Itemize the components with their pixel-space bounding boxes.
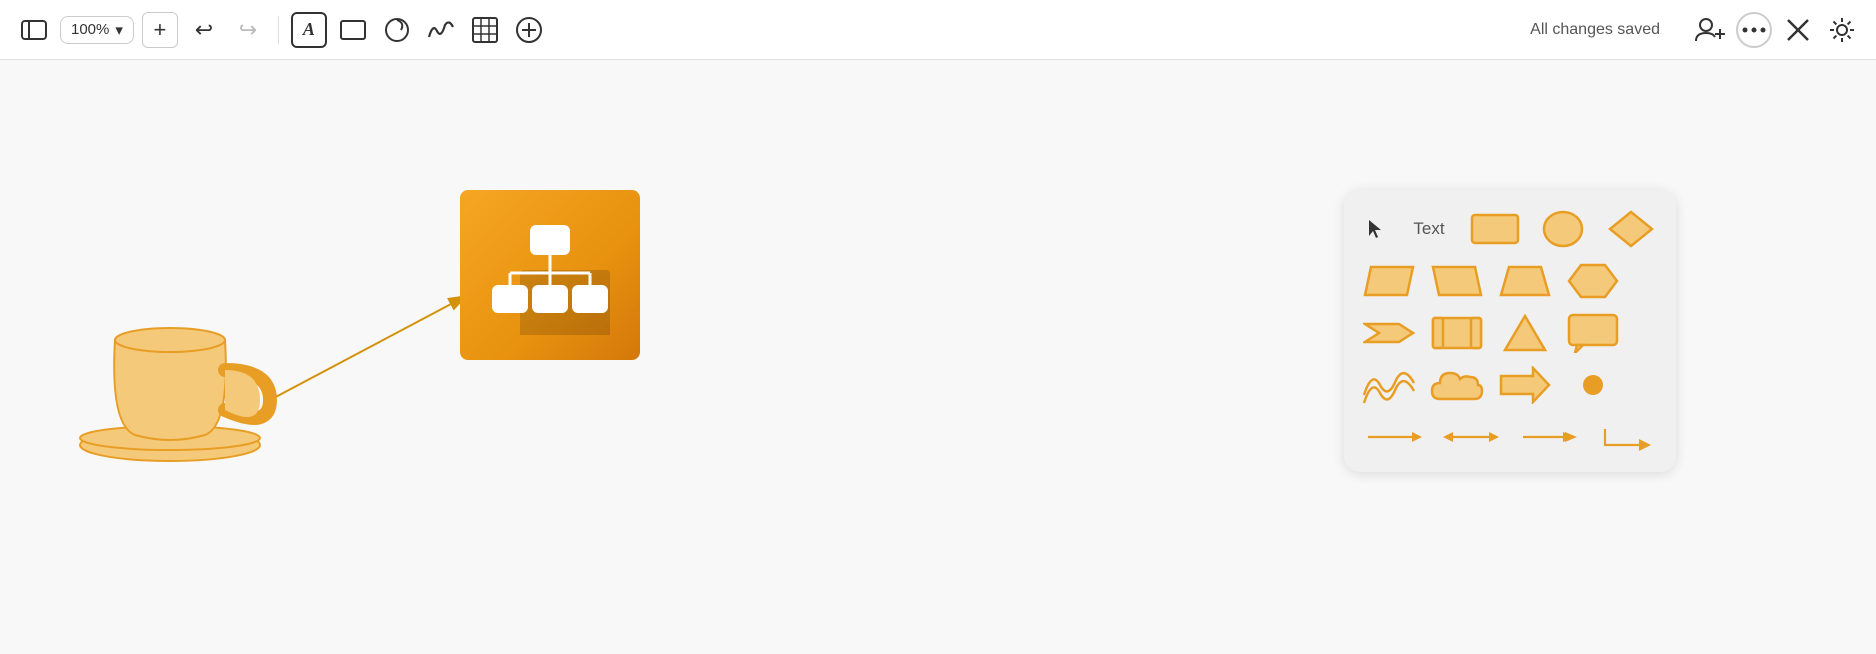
- text-tool-icon: A: [303, 19, 315, 40]
- shape-row-2: [1362, 262, 1658, 300]
- add-page-button[interactable]: +: [142, 12, 178, 48]
- shape-tool-icon: [383, 17, 411, 43]
- double-line-item[interactable]: [1517, 422, 1581, 452]
- network-diagram-icon[interactable]: [460, 190, 640, 360]
- text-tool-button[interactable]: A: [291, 12, 327, 48]
- coffee-cup-svg: [60, 260, 280, 470]
- rect-shape-item[interactable]: [1468, 210, 1522, 248]
- zoom-chevron-icon: ▾: [115, 21, 123, 39]
- pen-tool-button[interactable]: [423, 12, 459, 48]
- dot-icon: [1581, 373, 1605, 397]
- cursor-tool[interactable]: [1362, 210, 1390, 248]
- shape-row-5: [1362, 422, 1658, 452]
- parallelogram-right-icon: [1431, 265, 1483, 297]
- text-shape-item[interactable]: Text: [1404, 210, 1454, 248]
- sidebar-toggle-button[interactable]: [16, 12, 52, 48]
- triangle-icon: [1503, 314, 1547, 352]
- wave-icon: [1362, 365, 1416, 405]
- redo-icon: ↪: [239, 17, 257, 43]
- shape-tool-button[interactable]: [379, 12, 415, 48]
- callout-item[interactable]: [1566, 314, 1620, 352]
- text-shape-label: Text: [1413, 219, 1444, 239]
- network-diagram-svg: [490, 215, 610, 335]
- wave-item[interactable]: [1362, 366, 1416, 404]
- film-item[interactable]: [1430, 314, 1484, 352]
- arrow-block-item[interactable]: [1498, 366, 1552, 404]
- rect-shape-icon: [1470, 213, 1520, 245]
- undo-icon: ↩: [195, 17, 213, 43]
- pen-tool-icon: [427, 17, 455, 43]
- circle-shape-item[interactable]: [1536, 210, 1590, 248]
- redo-button[interactable]: ↪: [230, 12, 266, 48]
- add-user-icon: [1694, 17, 1726, 43]
- sidebar-toggle-icon: [21, 20, 47, 40]
- hexagon-item[interactable]: [1566, 262, 1620, 300]
- line-arrow-icon: [1364, 427, 1424, 447]
- hexagon-icon: [1567, 263, 1619, 299]
- edit-mode-button[interactable]: [1780, 12, 1816, 48]
- parallelogram-left-icon: [1363, 265, 1415, 297]
- trapezoid-icon: [1499, 265, 1551, 297]
- divider-1: [278, 16, 279, 44]
- shape-row-1: Text: [1362, 210, 1658, 248]
- theme-button[interactable]: [1824, 12, 1860, 48]
- arrow-block-icon: [1499, 366, 1551, 404]
- diamond-shape-item[interactable]: [1604, 210, 1658, 248]
- elbow-line-icon: [1601, 423, 1651, 451]
- undo-button[interactable]: ↩: [186, 12, 222, 48]
- rectangle-tool-icon: [339, 19, 367, 41]
- cursor-icon: [1367, 218, 1385, 240]
- canvas[interactable]: Text: [0, 60, 1876, 654]
- rectangle-tool-button[interactable]: [335, 12, 371, 48]
- diamond-shape-icon: [1608, 210, 1654, 248]
- insert-tool-button[interactable]: [511, 12, 547, 48]
- insert-tool-icon: [515, 16, 543, 44]
- film-icon: [1431, 316, 1483, 350]
- dot-item[interactable]: [1566, 366, 1620, 404]
- elbow-line-item[interactable]: [1595, 422, 1659, 452]
- add-user-button[interactable]: [1692, 12, 1728, 48]
- bidirectional-line-icon: [1441, 427, 1501, 447]
- arrow-chevron-icon: [1363, 316, 1415, 350]
- zoom-value: 100%: [71, 21, 109, 38]
- trapezoid-item[interactable]: [1498, 262, 1552, 300]
- toolbar: 100% ▾ + ↩ ↪ A: [0, 0, 1876, 60]
- arrow-chevron-item[interactable]: [1362, 314, 1416, 352]
- more-icon: [1741, 25, 1767, 35]
- shape-row-3: [1362, 314, 1658, 352]
- parallelogram-left-item[interactable]: [1362, 262, 1416, 300]
- triangle-item[interactable]: [1498, 314, 1552, 352]
- edit-mode-icon: [1784, 16, 1812, 44]
- table-tool-icon: [472, 17, 498, 43]
- cloud-item[interactable]: [1430, 366, 1484, 404]
- parallelogram-right-item[interactable]: [1430, 262, 1484, 300]
- coffee-cup: [60, 260, 280, 475]
- theme-icon: [1828, 16, 1856, 44]
- bidirectional-line-item[interactable]: [1440, 422, 1504, 452]
- cloud-icon: [1430, 365, 1484, 405]
- shape-row-4: [1362, 366, 1658, 404]
- zoom-selector[interactable]: 100% ▾: [60, 16, 134, 44]
- callout-icon: [1567, 313, 1619, 353]
- table-tool-button[interactable]: [467, 12, 503, 48]
- add-page-icon: +: [153, 17, 166, 43]
- status-text: All changes saved: [1530, 21, 1660, 39]
- more-button[interactable]: [1736, 12, 1772, 48]
- circle-shape-icon: [1542, 210, 1584, 248]
- line-arrow-item[interactable]: [1362, 422, 1426, 452]
- double-line-icon: [1519, 427, 1579, 447]
- shape-picker-panel: Text: [1344, 190, 1676, 472]
